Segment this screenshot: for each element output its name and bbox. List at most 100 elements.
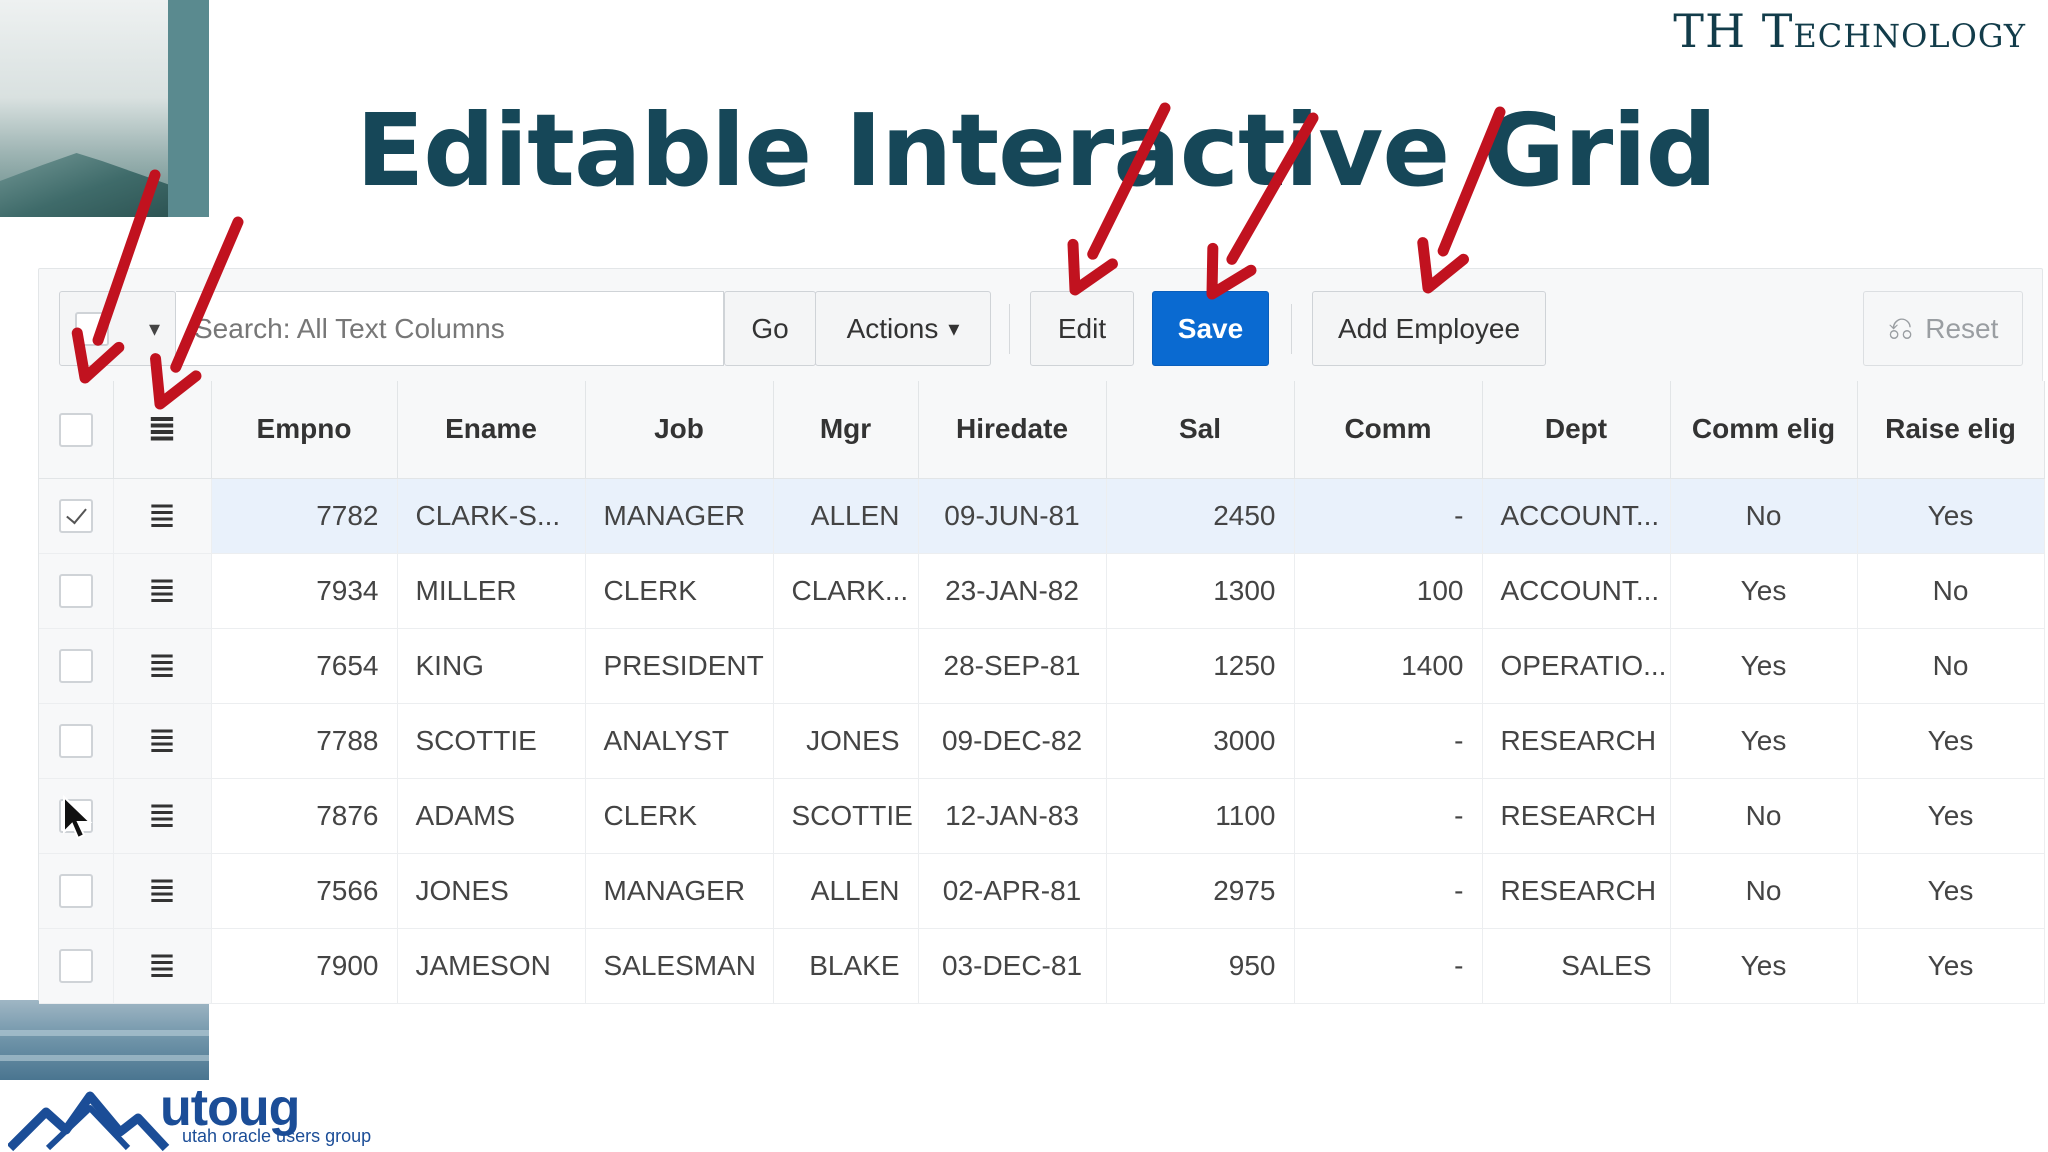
cell-comm[interactable]: - — [1294, 703, 1483, 779]
table-row[interactable]: ≣ 7782 CLARK-S... MANAGER ALLEN 09-JUN-81 2450… — [39, 478, 2045, 554]
cell-comm-elig[interactable]: Yes — [1670, 703, 1858, 779]
row-select-checkbox[interactable] — [58, 573, 93, 608]
row-select-checkbox[interactable] — [58, 498, 93, 533]
column-header-comm[interactable]: Comm — [1294, 381, 1483, 479]
cell-mgr[interactable]: ALLEN — [773, 853, 919, 929]
cell-comm[interactable]: 100 — [1294, 553, 1483, 629]
cell-comm[interactable]: - — [1294, 853, 1483, 929]
cell-comm-elig[interactable]: No — [1670, 778, 1858, 854]
row-actions-menu-icon[interactable]: ≣ — [148, 647, 177, 685]
cell-comm-elig[interactable]: Yes — [1670, 928, 1858, 1004]
row-actions-cell[interactable]: ≣ — [113, 853, 212, 929]
cell-mgr[interactable]: CLARK... — [773, 553, 919, 629]
row-actions-menu-icon[interactable]: ≣ — [148, 947, 177, 985]
go-button[interactable]: Go — [724, 291, 816, 366]
row-select-checkbox[interactable] — [58, 723, 93, 758]
cell-raise-elig[interactable]: No — [1857, 553, 2045, 629]
table-row[interactable]: ≣ 7788 SCOTTIE ANALYST JONES 09-DEC-82 3000- RE… — [39, 703, 2045, 779]
row-select-cell[interactable] — [39, 628, 114, 704]
cell-ename[interactable]: SCOTTIE — [397, 703, 586, 779]
cell-empno[interactable]: 7900 — [211, 928, 398, 1004]
cell-empno[interactable]: 7654 — [211, 628, 398, 704]
cell-job[interactable]: MANAGER — [585, 478, 774, 554]
cell-ename[interactable]: JONES — [397, 853, 586, 929]
cell-empno[interactable]: 7876 — [211, 778, 398, 854]
column-header-ename[interactable]: Ename — [397, 381, 586, 479]
cell-mgr[interactable]: JONES — [773, 703, 919, 779]
row-actions-cell[interactable]: ≣ — [113, 703, 212, 779]
cell-sal[interactable]: 2450 — [1106, 478, 1295, 554]
row-select-cell[interactable] — [39, 853, 114, 929]
cell-comm[interactable]: - — [1294, 928, 1483, 1004]
actions-menu-button[interactable]: Actions ▾ — [815, 291, 991, 366]
row-actions-menu-icon[interactable]: ≣ — [148, 497, 177, 535]
cell-sal[interactable]: 1300 — [1106, 553, 1295, 629]
column-header-mgr[interactable]: Mgr — [773, 381, 919, 479]
cell-raise-elig[interactable]: Yes — [1857, 853, 2045, 929]
cell-hiredate[interactable]: 28-SEP-81 — [918, 628, 1107, 704]
cell-empno[interactable]: 7788 — [211, 703, 398, 779]
row-select-checkbox[interactable] — [58, 948, 93, 983]
column-header-empno[interactable]: Empno — [211, 381, 398, 479]
cell-raise-elig[interactable]: No — [1857, 628, 2045, 704]
row-actions-menu-icon[interactable]: ≣ — [148, 872, 177, 910]
row-select-cell[interactable] — [39, 703, 114, 779]
cell-dept[interactable]: RESEARCH — [1482, 778, 1671, 854]
cell-job[interactable]: CLERK — [585, 778, 774, 854]
cell-hiredate[interactable]: 03-DEC-81 — [918, 928, 1107, 1004]
cell-comm[interactable]: - — [1294, 478, 1483, 554]
row-select-checkbox[interactable] — [58, 873, 93, 908]
cell-mgr[interactable]: BLAKE — [773, 928, 919, 1004]
table-row[interactable]: ≣ 7934 MILLER CLERK CLARK... 23-JAN-82 1300 100… — [39, 553, 2045, 629]
cell-comm-elig[interactable]: No — [1670, 478, 1858, 554]
cell-dept[interactable]: OPERATIO... — [1482, 628, 1671, 704]
cell-empno[interactable]: 7566 — [211, 853, 398, 929]
row-actions-cell[interactable]: ≣ — [113, 778, 212, 854]
cell-job[interactable]: CLERK — [585, 553, 774, 629]
cell-comm-elig[interactable]: No — [1670, 853, 1858, 929]
cell-dept[interactable]: SALES — [1482, 928, 1671, 1004]
row-actions-menu-icon[interactable]: ≣ — [148, 572, 177, 610]
cell-raise-elig[interactable]: Yes — [1857, 478, 2045, 554]
cell-job[interactable]: ANALYST — [585, 703, 774, 779]
cell-mgr[interactable]: SCOTTIE — [773, 778, 919, 854]
cell-hiredate[interactable]: 23-JAN-82 — [918, 553, 1107, 629]
row-actions-cell[interactable]: ≣ — [113, 553, 212, 629]
reset-button[interactable]: ⎌ Reset — [1863, 291, 2023, 366]
table-row[interactable]: ≣ 7566 JONES MANAGER ALLEN 02-APR-81 2975- RESE… — [39, 853, 2045, 929]
row-actions-cell[interactable]: ≣ — [113, 628, 212, 704]
column-header-job[interactable]: Job — [585, 381, 774, 479]
cell-raise-elig[interactable]: Yes — [1857, 928, 2045, 1004]
edit-button[interactable]: Edit — [1030, 291, 1134, 366]
cell-hiredate[interactable]: 09-DEC-82 — [918, 703, 1107, 779]
cell-comm[interactable]: 1400 — [1294, 628, 1483, 704]
table-row[interactable]: ≣ 7900 JAMESON SALESMAN BLAKE 03-DEC-81 950- SA… — [39, 928, 2045, 1004]
cell-ename[interactable]: ADAMS — [397, 778, 586, 854]
column-header-sal[interactable]: Sal — [1106, 381, 1295, 479]
cell-dept[interactable]: ACCOUNT... — [1482, 478, 1671, 554]
select-all-header[interactable] — [39, 381, 114, 479]
add-employee-button[interactable]: Add Employee — [1312, 291, 1546, 366]
row-actions-menu-icon[interactable]: ≣ — [148, 722, 177, 760]
cell-ename[interactable]: CLARK-S... — [397, 478, 586, 554]
cell-empno[interactable]: 7934 — [211, 553, 398, 629]
cell-dept[interactable]: RESEARCH — [1482, 703, 1671, 779]
row-select-cell[interactable] — [39, 478, 114, 554]
cell-job[interactable]: PRESIDENT — [585, 628, 774, 704]
table-row[interactable]: ≣ 7654 KING PRESIDENT 28-SEP-81 1250 1400 OPERA… — [39, 628, 2045, 704]
cell-empno[interactable]: 7782 — [211, 478, 398, 554]
cell-sal[interactable]: 1100 — [1106, 778, 1295, 854]
column-header-raise-elig[interactable]: Raise elig — [1857, 381, 2045, 479]
cell-hiredate[interactable]: 12-JAN-83 — [918, 778, 1107, 854]
cell-job[interactable]: MANAGER — [585, 853, 774, 929]
cell-dept[interactable]: RESEARCH — [1482, 853, 1671, 929]
cell-raise-elig[interactable]: Yes — [1857, 778, 2045, 854]
row-select-cell[interactable] — [39, 928, 114, 1004]
cell-hiredate[interactable]: 09-JUN-81 — [918, 478, 1107, 554]
cell-raise-elig[interactable]: Yes — [1857, 703, 2045, 779]
row-select-checkbox[interactable] — [58, 648, 93, 683]
cell-mgr[interactable] — [773, 628, 919, 704]
cell-ename[interactable]: KING — [397, 628, 586, 704]
cell-comm[interactable]: - — [1294, 778, 1483, 854]
select-all-checkbox[interactable] — [58, 412, 93, 447]
